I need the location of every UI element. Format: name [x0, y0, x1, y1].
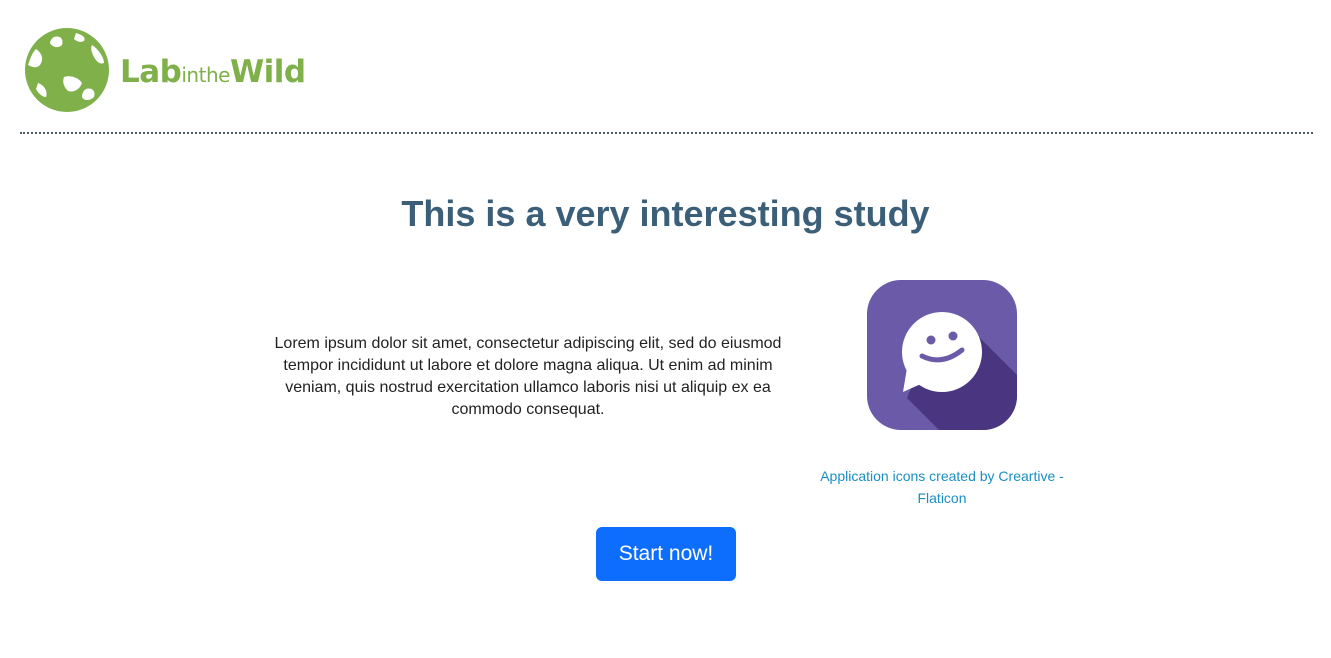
- image-credit: Application icons created by Creartive -…: [812, 465, 1072, 509]
- labinthewild-logo[interactable]: Lab inthe Wild: [24, 27, 306, 113]
- logo-text-inthe: inthe: [181, 63, 230, 87]
- globe-icon: [25, 28, 109, 112]
- chat-smiley-icon: [867, 280, 1017, 430]
- start-now-button[interactable]: Start now!: [596, 527, 736, 581]
- page-title: This is a very interesting study: [401, 193, 930, 234]
- logo-text-lab: Lab: [120, 54, 182, 90]
- study-description: Lorem ipsum dolor sit amet, consectetur …: [274, 335, 782, 418]
- image-credit-link[interactable]: Application icons created by Creartive -…: [820, 468, 1064, 506]
- logo-text: Lab inthe Wild: [120, 54, 306, 90]
- site-header: Lab inthe Wild: [20, 0, 1313, 134]
- logo-text-wild: Wild: [229, 54, 306, 90]
